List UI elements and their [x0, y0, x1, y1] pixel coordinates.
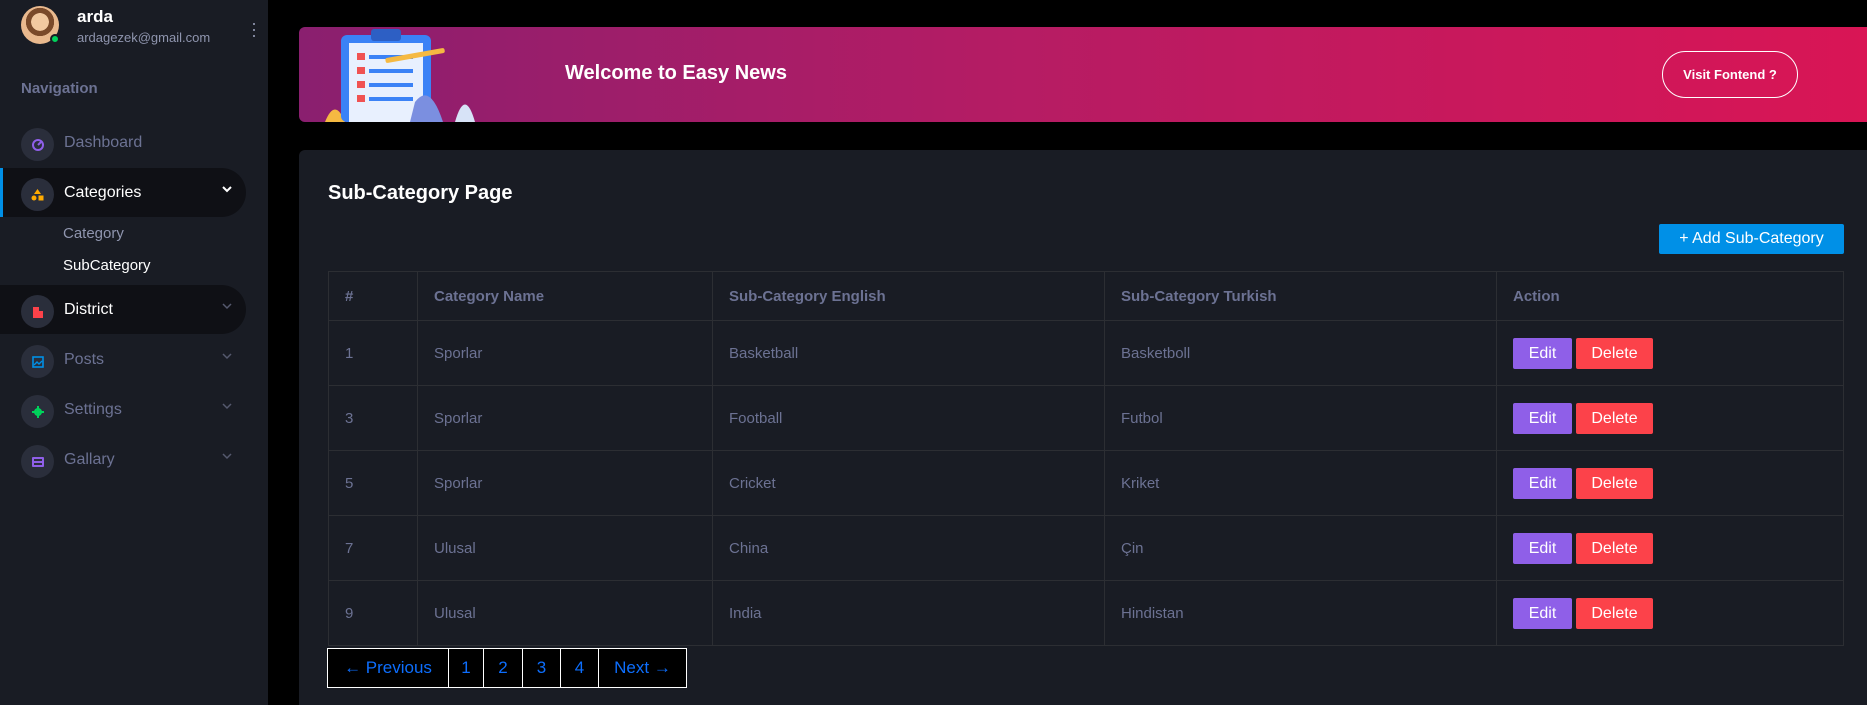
- cell-category: Sporlar: [417, 450, 713, 516]
- sidebar-item-label: Settings: [64, 401, 122, 418]
- gallery-icon: [21, 445, 54, 478]
- cell-english: Cricket: [712, 450, 1105, 516]
- page-title: Sub-Category Page: [328, 182, 513, 204]
- table-row: 1 Sporlar Basketball Basketboll Edit Dele…: [328, 320, 1844, 386]
- cell-category: Sporlar: [417, 320, 713, 386]
- delete-button[interactable]: Delete: [1576, 402, 1653, 434]
- sidebar-item-district[interactable]: District: [0, 285, 246, 334]
- cell-turkish: Futbol: [1104, 385, 1497, 451]
- image-icon: [21, 345, 54, 378]
- cell-action: Edit Delete: [1496, 515, 1844, 581]
- active-indicator: [0, 168, 3, 217]
- column-header: Category Name: [417, 271, 713, 321]
- column-header: Action: [1496, 271, 1844, 321]
- add-subcategory-button[interactable]: + Add Sub-Category: [1659, 224, 1844, 254]
- pagination-next[interactable]: Next →: [598, 649, 686, 687]
- sidebar-item-dashboard[interactable]: Dashboard: [0, 118, 246, 167]
- edit-button[interactable]: Edit: [1513, 467, 1572, 499]
- table-row: 5 Sporlar Cricket Kriket Edit Delete: [328, 450, 1844, 516]
- welcome-banner: Welcome to Easy News Visit Fontend ?: [299, 27, 1867, 122]
- subcategory-table: # Category Name Sub-Category English Sub…: [328, 271, 1844, 646]
- table-row: 7 Ulusal China Çin Edit Delete: [328, 515, 1844, 581]
- sidebar-item-categories[interactable]: Categories: [0, 168, 246, 217]
- edit-button[interactable]: Edit: [1513, 597, 1572, 629]
- pagination-page[interactable]: 3: [522, 649, 560, 687]
- avatar[interactable]: [21, 6, 60, 44]
- sidebar-subitem-subcategory[interactable]: SubCategory: [63, 257, 151, 274]
- sidebar-item-settings[interactable]: Settings: [0, 385, 246, 434]
- cell-id: 1: [328, 320, 418, 386]
- column-header: Sub-Category Turkish: [1104, 271, 1497, 321]
- cell-english: China: [712, 515, 1105, 581]
- cell-category: Sporlar: [417, 385, 713, 451]
- cell-turkish: Çin: [1104, 515, 1497, 581]
- cell-category: Ulusal: [417, 580, 713, 646]
- cell-english: Football: [712, 385, 1105, 451]
- edit-button[interactable]: Edit: [1513, 337, 1572, 369]
- column-header: Sub-Category English: [712, 271, 1105, 321]
- cell-id: 3: [328, 385, 418, 451]
- sidebar-item-label: Dashboard: [64, 134, 143, 151]
- navigation-heading: Navigation: [21, 80, 98, 97]
- cell-turkish: Hindistan: [1104, 580, 1497, 646]
- delete-button[interactable]: Delete: [1576, 532, 1653, 564]
- cell-action: Edit Delete: [1496, 320, 1844, 386]
- delete-button[interactable]: Delete: [1576, 467, 1653, 499]
- sidebar-subitem-category[interactable]: Category: [63, 225, 124, 242]
- sidebar-item-label: Posts: [64, 351, 105, 368]
- building-icon: [21, 295, 54, 328]
- sidebar: arda ardagezek@gmail.com · · · Navigation …: [0, 0, 268, 705]
- column-header: #: [328, 271, 418, 321]
- cell-english: Basketball: [712, 320, 1105, 386]
- cell-english: India: [712, 580, 1105, 646]
- profile-email: ardagezek@gmail.com: [77, 30, 211, 45]
- visit-frontend-button[interactable]: Visit Fontend ?: [1662, 51, 1798, 98]
- sidebar-item-label: Categories: [64, 184, 142, 201]
- more-vertical-icon[interactable]: · · ·: [251, 14, 257, 44]
- cell-id: 9: [328, 580, 418, 646]
- cell-action: Edit Delete: [1496, 580, 1844, 646]
- gear-icon: [21, 395, 54, 428]
- cell-turkish: Basketboll: [1104, 320, 1497, 386]
- cell-action: Edit Delete: [1496, 385, 1844, 451]
- pagination: ← Previous 1 2 3 4 Next →: [327, 648, 687, 688]
- sidebar-item-label: District: [64, 301, 113, 318]
- cell-category: Ulusal: [417, 515, 713, 581]
- chevron-down-icon: [222, 349, 232, 364]
- chevron-down-icon: [222, 449, 232, 464]
- subcategory-card: Sub-Category Page + Add Sub-Category # C…: [299, 150, 1867, 705]
- cell-action: Edit Delete: [1496, 450, 1844, 516]
- speedometer-icon: [21, 128, 54, 161]
- edit-button[interactable]: Edit: [1513, 402, 1572, 434]
- shapes-icon: [21, 178, 54, 211]
- chevron-down-icon: [222, 299, 232, 314]
- sidebar-item-posts[interactable]: Posts: [0, 335, 246, 384]
- cell-id: 5: [328, 450, 418, 516]
- edit-button[interactable]: Edit: [1513, 532, 1572, 564]
- online-status-dot: [50, 34, 60, 44]
- sidebar-item-label: Gallary: [64, 451, 115, 468]
- banner-title: Welcome to Easy News: [565, 62, 787, 84]
- table-row: 9 Ulusal India Hindistan Edit Delete: [328, 580, 1844, 646]
- profile[interactable]: arda ardagezek@gmail.com · · ·: [21, 6, 257, 46]
- pagination-previous[interactable]: ← Previous: [328, 649, 448, 687]
- chevron-down-icon: [222, 182, 232, 197]
- cell-id: 7: [328, 515, 418, 581]
- cell-turkish: Kriket: [1104, 450, 1497, 516]
- table-row: 3 Sporlar Football Futbol Edit Delete: [328, 385, 1844, 451]
- pagination-page[interactable]: 4: [560, 649, 598, 687]
- delete-button[interactable]: Delete: [1576, 337, 1653, 369]
- chevron-down-icon: [222, 399, 232, 414]
- delete-button[interactable]: Delete: [1576, 597, 1653, 629]
- pagination-page[interactable]: 2: [483, 649, 522, 687]
- pagination-page[interactable]: 1: [448, 649, 483, 687]
- sidebar-item-gallary[interactable]: Gallary: [0, 435, 246, 484]
- clipboard-illustration-icon: [325, 29, 475, 122]
- profile-name: arda: [77, 7, 113, 26]
- table-header-row: # Category Name Sub-Category English Sub…: [328, 271, 1844, 321]
